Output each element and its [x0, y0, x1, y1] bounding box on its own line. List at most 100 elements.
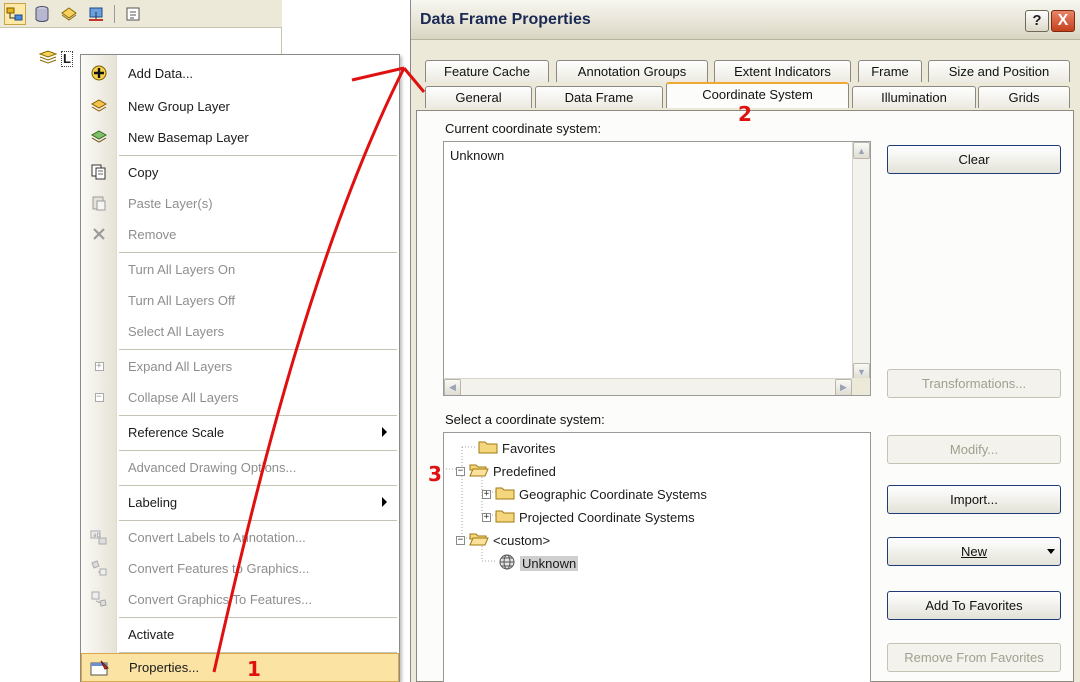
menu-separator [119, 155, 397, 156]
menu-item-select-all-layers[interactable]: Select All Layers [81, 317, 399, 345]
globe-icon [498, 553, 516, 574]
tab-extent-indicators[interactable]: Extent Indicators [714, 60, 851, 82]
add-to-favorites-button[interactable]: Add To Favorites [887, 591, 1061, 620]
current-coordinate-system-value: Unknown [450, 148, 505, 163]
tree-node-projected-coordinate-systems[interactable]: + Projected Coordinate Systems [482, 508, 695, 526]
menu-item-expand-all-layers[interactable]: + Expand All Layers [81, 352, 399, 380]
basemap-layer-icon [81, 123, 117, 151]
tab-coordinate-system[interactable]: Coordinate System [666, 82, 849, 108]
options-icon[interactable] [122, 3, 144, 25]
menu-item-label: Paste Layer(s) [128, 195, 213, 211]
scroll-up-icon[interactable]: ▲ [853, 142, 870, 159]
remove-from-favorites-button[interactable]: Remove From Favorites [887, 643, 1061, 672]
list-by-visibility-icon[interactable] [58, 3, 80, 25]
menu-item-copy[interactable]: Copy [81, 158, 399, 186]
tab-annotation-groups[interactable]: Annotation Groups [556, 60, 708, 82]
menu-item-label: New Group Layer [128, 98, 230, 114]
scroll-left-icon[interactable]: ◀ [444, 379, 461, 395]
help-button[interactable]: ? [1025, 10, 1049, 32]
layers-node[interactable]: L [38, 50, 73, 67]
menu-item-paste-layers[interactable]: Paste Layer(s) [81, 189, 399, 217]
collapse-toggle-icon[interactable]: − [456, 466, 465, 476]
submenu-arrow-icon [382, 497, 387, 507]
remove-icon [81, 220, 117, 248]
menu-item-label: Reference Scale [128, 424, 225, 440]
modify-button[interactable]: Modify... [887, 435, 1061, 464]
new-button[interactable]: New [887, 537, 1061, 566]
menu-separator [119, 485, 397, 486]
menu-item-turn-all-layers-off[interactable]: Turn All Layers Off [81, 286, 399, 314]
menu-item-label: Properties... [129, 660, 200, 675]
tab-general[interactable]: General [425, 86, 532, 108]
menu-item-remove[interactable]: Remove [81, 220, 399, 248]
tab-grids[interactable]: Grids [978, 86, 1070, 108]
tree-node-label: Favorites [502, 440, 556, 456]
tree-node-custom[interactable]: − <custom> [456, 531, 550, 549]
tree-node-label: Unknown [520, 556, 579, 571]
menu-item-turn-all-layers-on[interactable]: Turn All Layers On [81, 255, 399, 283]
clear-button[interactable]: Clear [887, 145, 1061, 174]
list-by-selection-icon[interactable] [85, 3, 107, 25]
menu-item-new-basemap-layer[interactable]: New Basemap Layer [81, 123, 399, 151]
menu-item-label: Copy [128, 164, 159, 180]
menu-item-label: New Basemap Layer [128, 129, 249, 145]
step-number-1: 1 [247, 657, 261, 681]
tab-illumination[interactable]: Illumination [852, 86, 976, 108]
menu-separator [119, 617, 397, 618]
expand-toggle-icon[interactable]: + [482, 489, 491, 499]
folder-icon [495, 508, 515, 526]
menu-item-reference-scale[interactable]: Reference Scale [81, 418, 399, 446]
layers-label: L [61, 50, 73, 67]
dialog-titlebar: Data Frame Properties ? X [411, 0, 1080, 40]
current-coordinate-system-details[interactable]: Unknown ▲ ▼ ◀ ▶ [443, 141, 871, 396]
tab-size-and-position[interactable]: Size and Position [928, 60, 1070, 82]
tree-node-label: Projected Coordinate Systems [519, 509, 695, 525]
menu-item-convert-features-to-graphics[interactable]: Convert Features to Graphics... [81, 554, 399, 582]
tab-feature-cache[interactable]: Feature Cache [425, 60, 549, 82]
horizontal-scrollbar[interactable]: ◀ ▶ [444, 378, 852, 395]
new-button-label: New [960, 544, 987, 559]
menu-item-add-data[interactable]: Add Data... [81, 59, 399, 87]
expand-toggle-icon[interactable]: + [482, 512, 491, 522]
convert-labels-icon: ab [81, 523, 117, 551]
convert-graphics-icon [81, 585, 117, 613]
menu-item-labeling[interactable]: Labeling [81, 488, 399, 516]
menu-item-label: Advanced Drawing Options... [128, 459, 297, 475]
menu-item-label: Turn All Layers On [128, 261, 236, 277]
menu-item-label: Convert Features to Graphics... [128, 560, 310, 576]
close-button[interactable]: X [1051, 10, 1075, 32]
list-by-source-icon[interactable] [31, 3, 53, 25]
collapse-icon: − [94, 391, 104, 402]
step-number-2: 2 [738, 102, 752, 126]
menu-item-new-group-layer[interactable]: New Group Layer [81, 92, 399, 120]
menu-item-label: Select All Layers [128, 323, 225, 339]
submenu-arrow-icon [382, 427, 387, 437]
menu-item-convert-graphics-to-features[interactable]: Convert Graphics To Features... [81, 585, 399, 613]
tree-node-predefined[interactable]: − Predefined [456, 462, 556, 480]
list-by-drawing-order-icon[interactable] [4, 2, 26, 25]
toc-toolbar [0, 0, 282, 28]
tab-frame[interactable]: Frame [858, 60, 922, 82]
menu-item-convert-labels-to-annotation[interactable]: ab Convert Labels to Annotation... [81, 523, 399, 551]
menu-item-collapse-all-layers[interactable]: − Collapse All Layers [81, 383, 399, 411]
menu-item-advanced-drawing-options[interactable]: Advanced Drawing Options... [81, 453, 399, 481]
folder-icon [478, 439, 498, 457]
vertical-scrollbar[interactable]: ▲ ▼ [852, 142, 870, 380]
menu-separator [119, 520, 397, 521]
import-button[interactable]: Import... [887, 485, 1061, 514]
menu-item-label: Expand All Layers [128, 358, 233, 374]
menu-item-properties[interactable]: Properties... [81, 653, 399, 682]
tree-node-favorites[interactable]: Favorites [478, 439, 555, 457]
menu-item-label: Convert Graphics To Features... [128, 591, 313, 607]
menu-separator [119, 349, 397, 350]
scroll-right-icon[interactable]: ▶ [835, 379, 852, 395]
tab-data-frame[interactable]: Data Frame [535, 86, 663, 108]
tree-node-unknown[interactable]: Unknown [498, 553, 579, 574]
collapse-toggle-icon[interactable]: − [456, 535, 465, 545]
layers-icon [38, 50, 58, 67]
transformations-button[interactable]: Transformations... [887, 369, 1061, 398]
tree-node-label: Geographic Coordinate Systems [519, 486, 707, 502]
tree-node-geographic-coordinate-systems[interactable]: + Geographic Coordinate Systems [482, 485, 707, 503]
menu-item-label: Add Data... [128, 65, 194, 81]
menu-item-activate[interactable]: Activate [81, 620, 399, 648]
